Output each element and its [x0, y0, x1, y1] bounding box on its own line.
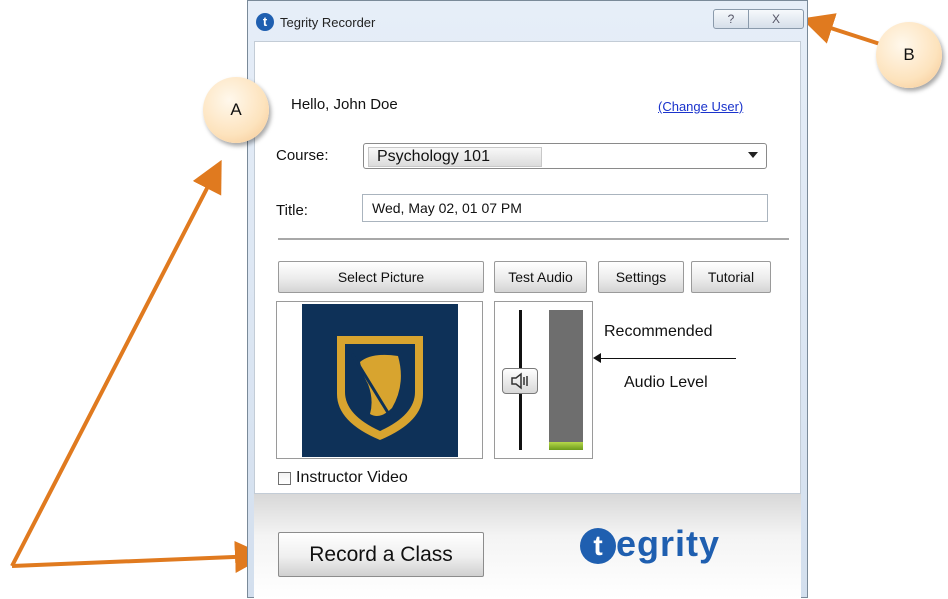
help-button[interactable]: ?: [713, 9, 749, 29]
change-user-link[interactable]: (Change User): [658, 99, 743, 114]
tegrity-logo-mark: t: [580, 528, 616, 564]
window-title: Tegrity Recorder: [280, 15, 376, 30]
instructor-video-label: Instructor Video: [296, 469, 408, 486]
audio-level-text: Audio Level: [624, 374, 708, 391]
arrow-b-to-close: [801, 13, 881, 46]
arrow-a-to-window: [10, 159, 222, 567]
tegrity-logo-text: egrity: [616, 523, 721, 564]
close-button[interactable]: X: [748, 9, 804, 29]
title-input[interactable]: Wed, May 02, 01 07 PM: [362, 194, 768, 222]
record-class-button[interactable]: Record a Class: [278, 532, 484, 577]
divider: [278, 238, 789, 240]
title-label: Title:: [276, 202, 308, 219]
course-label: Course:: [276, 147, 329, 164]
picture-panel[interactable]: [276, 301, 483, 459]
callout-a: A: [203, 77, 269, 143]
recommended-arrow-line: [596, 358, 736, 359]
speaker-icon: [511, 372, 528, 390]
test-audio-button[interactable]: Test Audio: [494, 261, 587, 293]
audio-meter-fill: [549, 442, 583, 450]
course-dropdown[interactable]: Psychology 101: [363, 143, 767, 169]
arrow-left-icon: [593, 353, 601, 363]
recommended-text: Recommended: [604, 323, 713, 340]
tutorial-button[interactable]: Tutorial: [691, 261, 771, 293]
chevron-down-icon: [748, 152, 758, 158]
tegrity-recorder-window: t Tegrity Recorder ? X Hello, John Doe (…: [247, 0, 808, 599]
greeting-text: Hello, John Doe: [291, 96, 398, 113]
audio-level-panel: [494, 301, 593, 459]
select-picture-button[interactable]: Select Picture: [278, 261, 484, 293]
tegrity-app-icon: t: [256, 13, 274, 31]
callout-b: B: [876, 22, 942, 88]
shield-logo: [302, 304, 458, 457]
settings-button[interactable]: Settings: [598, 261, 684, 293]
title-bar: t Tegrity Recorder ? X: [248, 1, 807, 41]
instructor-video-checkbox[interactable]: [278, 472, 291, 485]
audio-meter: [549, 310, 583, 450]
arrow-a-to-record: [11, 540, 267, 573]
volume-slider-handle[interactable]: [502, 368, 538, 394]
course-selected-value: Psychology 101: [368, 147, 542, 167]
